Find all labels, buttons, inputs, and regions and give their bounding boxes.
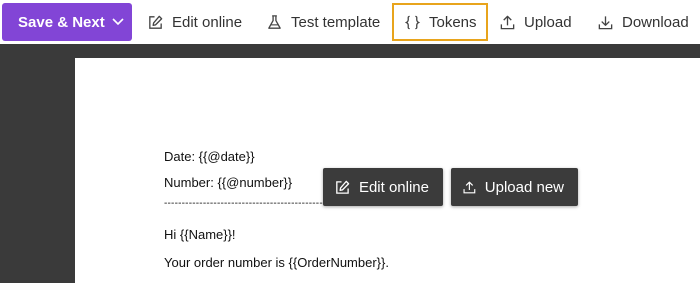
- edit-icon: [149, 15, 163, 29]
- toolbar: Save & Next Edit online Test template To…: [0, 0, 700, 44]
- upload-new-label: Upload new: [484, 178, 564, 196]
- download-icon: [598, 15, 613, 29]
- edit-online-button[interactable]: Edit online: [147, 3, 242, 41]
- upload-label: Upload: [524, 13, 572, 31]
- overlay-edit-online-label: Edit online: [358, 178, 429, 196]
- download-label: Download: [622, 13, 689, 31]
- upload-icon: [500, 15, 515, 29]
- test-template-button[interactable]: Test template: [266, 3, 380, 41]
- braces-icon: [404, 15, 421, 29]
- doc-line-order: Your order number is {{OrderNumber}}.: [164, 255, 389, 270]
- save-next-label: Save & Next: [18, 13, 105, 31]
- upload-icon: [463, 181, 476, 193]
- test-template-label: Test template: [291, 13, 381, 31]
- overlay-edit-online-button[interactable]: Edit online: [323, 168, 443, 206]
- chevron-down-icon[interactable]: [110, 13, 126, 29]
- doc-divider-line: ----------------------------------------…: [164, 198, 341, 209]
- download-button[interactable]: Download: [597, 3, 689, 41]
- upload-button[interactable]: Upload: [499, 3, 572, 41]
- doc-line-date: Date: {{@date}}: [164, 149, 255, 164]
- edit-online-label: Edit online: [172, 13, 243, 31]
- upload-new-button[interactable]: Upload new: [451, 168, 578, 206]
- tokens-label: Tokens: [429, 13, 477, 31]
- flask-icon: [268, 14, 281, 29]
- doc-line-number: Number: {{@number}}: [164, 175, 293, 190]
- edit-icon: [336, 180, 350, 194]
- document-preview-area: Date: {{@date}} Number: {{@number}} ----…: [0, 44, 700, 283]
- doc-line-greeting: Hi {{Name}}!: [164, 227, 236, 242]
- tokens-button[interactable]: Tokens: [392, 3, 488, 41]
- save-next-button[interactable]: Save & Next: [2, 3, 132, 41]
